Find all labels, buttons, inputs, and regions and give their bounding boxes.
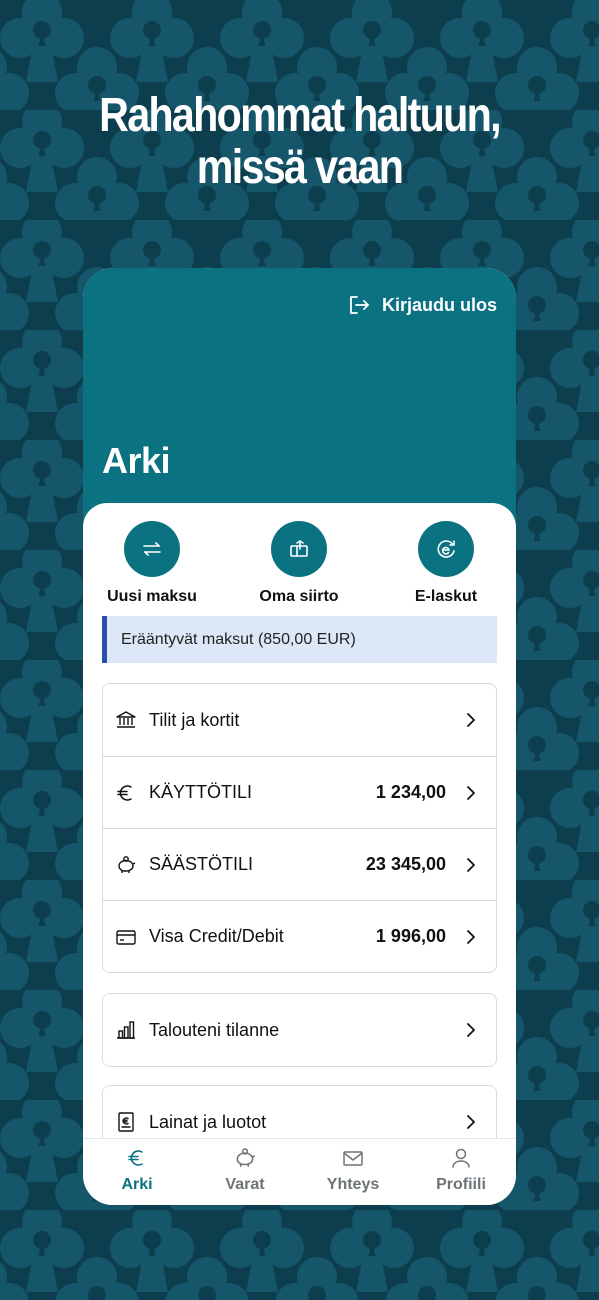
chevron-right-icon [467,857,475,872]
piggy-bank-icon [118,855,136,873]
page-title: Arki [102,440,171,481]
due-payments-notice[interactable]: Erääntyvät maksut (850,00 EUR) [102,616,497,663]
nav-tab-label: Yhteys [326,1176,380,1193]
account-row-checking[interactable]: KÄYTTÖTILI 1 234,00 [103,756,496,828]
nav-tab-arki[interactable]: Arki [87,1145,187,1194]
nav-tab-yhteys[interactable]: Yhteys [303,1145,403,1194]
account-balance: 1 234,00 [375,782,446,802]
chevron-right-icon [467,713,475,727]
nav-tab-profiili[interactable]: Profiili [411,1145,511,1194]
account-name: Visa Credit/Debit [149,926,284,946]
e-invoices-label: E-laskut [414,588,478,605]
account-name: KÄYTTÖTILI [149,782,253,802]
quick-actions: Uusi maksu Oma siirto E-laskut [83,521,516,606]
bank-icon [116,711,136,728]
logout-icon [350,296,369,314]
finance-status-card: Talouteni tilanne [102,993,497,1067]
nav-tab-label: Profiili [436,1176,486,1193]
top-header: Kirjaudu ulos Arki [83,268,516,528]
account-balance: 1 996,00 [375,926,446,946]
chevron-right-icon [467,785,475,800]
account-row-visa[interactable]: Visa Credit/Debit 1 996,00 [103,900,496,972]
e-invoice-icon [437,540,455,558]
chevron-right-icon [467,1115,475,1129]
chevron-right-icon [467,929,475,944]
account-row-savings[interactable]: SÄÄSTÖTILI 23 345,00 [103,828,496,900]
credit-card-icon [116,929,136,945]
bar-chart-icon [117,1021,135,1039]
new-payment-button[interactable]: Uusi maksu [92,521,212,606]
euro-icon [117,784,132,801]
piggy-bank-icon [236,1148,256,1167]
headline-line-1: Rahahommat haltuun, [99,89,502,142]
e-invoices-button[interactable]: E-laskut [386,521,506,606]
accounts-and-cards-label: Tilit ja kortit [149,709,240,730]
transfer-arrows-icon [143,542,161,556]
euro-icon [128,1150,143,1166]
headline: Rahahommat haltuun, missä vaan [42,90,557,194]
accounts-card: Tilit ja kortit KÄYTTÖTILI 1 234,00 SÄÄS… [102,683,497,973]
content-sheet: Uusi maksu Oma siirto E-laskut Erääntyvä… [83,503,516,1205]
account-name: SÄÄSTÖTILI [149,854,254,874]
accounts-and-cards-row[interactable]: Tilit ja kortit [103,684,496,756]
person-icon [452,1148,470,1168]
own-transfer-icon [290,540,308,557]
finance-status-label: Talouteni tilanne [149,1019,280,1040]
bottom-navigation: Arki Varat Yhteys Profiili [83,1138,516,1205]
own-transfer-button[interactable]: Oma siirto [239,521,359,606]
logout-label: Kirjaudu ulos [381,294,497,315]
nav-tab-label: Arki [121,1176,153,1193]
phone-screen: Kirjaudu ulos Arki Uusi maksu Oma siirto… [83,268,516,1205]
nav-tab-varat[interactable]: Varat [195,1145,295,1194]
loans-label: Lainat ja luotot [149,1111,267,1132]
envelope-icon [343,1151,363,1166]
new-payment-label: Uusi maksu [107,588,197,605]
account-balance: 23 345,00 [365,854,446,874]
logout-button[interactable]: Kirjaudu ulos [348,294,497,316]
loan-document-icon [118,1112,134,1132]
finance-status-row[interactable]: Talouteni tilanne [103,994,496,1066]
headline-line-2: missä vaan [196,141,404,194]
chevron-right-icon [467,1023,475,1037]
own-transfer-label: Oma siirto [259,588,339,605]
due-payments-text: Erääntyvät maksut (850,00 EUR) [121,630,356,648]
nav-tab-label: Varat [225,1176,265,1193]
